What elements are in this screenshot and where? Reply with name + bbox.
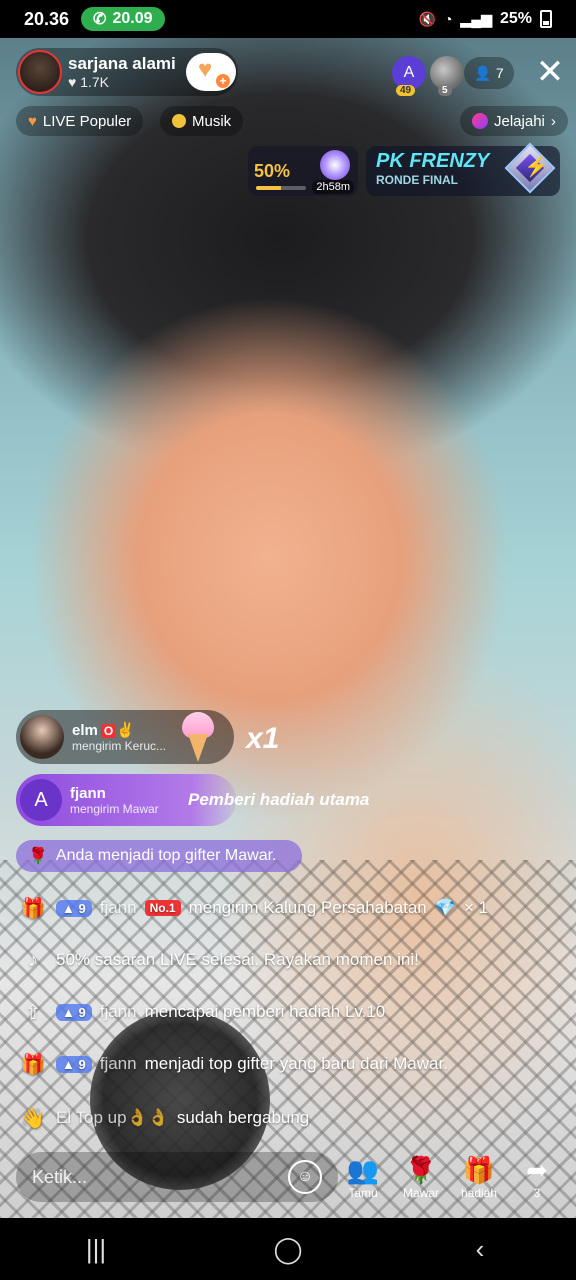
chat-username[interactable]: El Top up👌👌 xyxy=(56,1108,169,1128)
pk-diamond-icon: ⚡ xyxy=(504,142,556,194)
tiktok-icon: ♪ xyxy=(28,948,38,971)
ongoing-call-pill[interactable]: ✆ 20.09 xyxy=(81,7,165,31)
chat-suffix: × 1 xyxy=(463,898,489,917)
chat-username[interactable]: fjann xyxy=(100,1002,137,1022)
rose-icon: 🌹 xyxy=(404,1155,438,1185)
level-up-icon: ⇧ xyxy=(24,1001,42,1024)
back-button[interactable]: ‹ xyxy=(450,1229,510,1269)
wave-icon: 👋 xyxy=(20,1107,46,1130)
chat-username[interactable]: fjann xyxy=(100,1054,137,1074)
live-goal-card[interactable]: 50% 2h58m xyxy=(248,146,358,196)
gift-box-icon: 🎁 xyxy=(20,897,46,920)
pk-frenzy-card[interactable]: PK FRENZY RONDE FINAL ⚡ xyxy=(366,142,560,196)
chat-message[interactable]: 🎁 ▲ 9 fjann No.1 mengirim Kalung Persaha… xyxy=(18,890,558,926)
chat-text: sudah bergabung xyxy=(176,1108,310,1127)
follow-button[interactable]: ♥ + xyxy=(186,53,236,91)
plus-icon: + xyxy=(216,74,230,88)
level-badge: ▲ 9 xyxy=(56,1055,92,1073)
signal-icon: ▂▄▆ xyxy=(460,10,492,27)
chat-username[interactable]: fjann xyxy=(100,898,137,918)
wifi-icon: ◔ xyxy=(444,11,453,27)
gift-description: mengirim Mawar xyxy=(70,801,159,816)
gifter-name: elm O ✌ xyxy=(72,722,135,739)
mute-icon: 🔇 xyxy=(418,10,437,27)
explore-icon xyxy=(472,113,488,129)
goal-time-remaining: 2h58m xyxy=(312,180,354,194)
viewer-rank-2: 5 xyxy=(438,85,452,96)
heart-follow-icon: ♥ xyxy=(198,56,213,83)
viewer-rank-1: 49 xyxy=(396,85,416,96)
explore-chip[interactable]: Jelajahi › xyxy=(460,106,568,136)
gifter-name: fjann xyxy=(70,784,106,802)
rose-icon: 🌹 xyxy=(28,848,48,865)
chat-text: mencapai pemberi hadiah Lv.10 xyxy=(144,1002,386,1021)
heart-icon: ♥ xyxy=(68,74,81,90)
guests-button[interactable]: 👥 Tamu xyxy=(338,1154,388,1204)
host-likes: ♥ 1.7K xyxy=(68,74,110,90)
top-viewer-avatar-1[interactable]: A 49 xyxy=(392,56,426,96)
chat-text: mengirim Kalung Persahabatan xyxy=(188,898,427,917)
rose-button[interactable]: 🌹 Mawar xyxy=(396,1154,446,1204)
goal-orb-icon xyxy=(320,150,350,180)
share-button[interactable]: ➦ 3 xyxy=(512,1154,562,1204)
music-chip[interactable]: Musik xyxy=(160,106,244,136)
goal-progress-bar xyxy=(256,186,306,190)
status-icons: 🔇 ◔ ▂▄▆ 25% xyxy=(419,10,552,28)
gift-item-icon: 💎 xyxy=(434,898,456,917)
badge-icon: O xyxy=(100,724,117,738)
person-icon: 👤 xyxy=(474,64,492,81)
gift-box-icon: 🎁 xyxy=(20,1053,46,1076)
phone-icon: ✆ xyxy=(93,11,107,28)
home-button[interactable]: ◯ xyxy=(258,1229,318,1269)
rank-badge: No.1 xyxy=(144,900,181,916)
gift-button[interactable]: 🎁 hadiah xyxy=(454,1154,504,1204)
chat-text: 50% sasaran LIVE selesai. Rayakan momen … xyxy=(56,950,419,969)
share-arrow-icon: ➦ xyxy=(526,1155,548,1185)
battery-percent: 25% xyxy=(499,10,532,27)
call-timer: 20.09 xyxy=(112,10,153,27)
chat-message[interactable]: 👋 El Top up👌👌 sudah bergabung xyxy=(18,1100,558,1136)
status-bar: 20.36 ✆ 20.09 🔇 ◔ ▂▄▆ 25% xyxy=(0,0,576,38)
host-name: sarjana alami xyxy=(68,54,176,73)
level-badge: ▲ 9 xyxy=(56,899,92,917)
chat-message[interactable]: ⇧ ▲ 9 fjann mencapai pemberi hadiah Lv.1… xyxy=(18,994,558,1030)
system-nav-bar: ||| ◯ ‹ xyxy=(0,1218,576,1280)
gift-icon: 🎁 xyxy=(462,1155,496,1185)
heart-icon: ♥ xyxy=(28,112,37,130)
top-gifter-label: Pemberi hadiah utama xyxy=(188,790,370,809)
hand-icon: ✌ xyxy=(116,722,135,739)
status-time: 20.36 xyxy=(24,8,70,29)
comment-placeholder: Ketik... xyxy=(32,1166,88,1187)
top-viewer-avatar-2[interactable]: 5 xyxy=(430,56,464,96)
gifter-avatar[interactable]: A xyxy=(20,779,62,821)
gifter-avatar[interactable] xyxy=(20,715,64,759)
viewer-count-button[interactable]: 👤 7 xyxy=(464,57,514,89)
recents-button[interactable]: ||| xyxy=(66,1229,126,1269)
host-avatar[interactable] xyxy=(18,50,62,94)
ice-cream-gift-icon xyxy=(180,712,216,764)
goal-percent: 50% xyxy=(254,160,291,181)
chat-text: menjadi top gifter yang baru dari Mawar. xyxy=(144,1054,448,1073)
chat-message[interactable]: 🎁 ▲ 9 fjann menjadi top gifter yang baru… xyxy=(18,1046,558,1082)
emoji-icon[interactable]: ☺ xyxy=(288,1160,322,1194)
chat-message[interactable]: ♪ 50% sasaran LIVE selesai. Rayakan mome… xyxy=(18,942,558,978)
goal-progress-fill xyxy=(256,186,281,190)
host-profile-pill[interactable]: sarjana alami ♥ 1.7K ♥ + xyxy=(16,48,238,96)
close-button[interactable]: ✕ xyxy=(530,52,570,92)
top-gifter-notice: 🌹 Anda menjadi top gifter Mawar. xyxy=(16,840,302,872)
music-icon xyxy=(172,114,186,128)
gift-count: x1 xyxy=(246,722,280,755)
level-badge: ▲ 9 xyxy=(56,1003,92,1021)
guests-icon: 👥 xyxy=(346,1155,380,1185)
gift-description: mengirim Keruc... xyxy=(72,739,167,753)
chevron-right-icon: › xyxy=(550,112,556,130)
battery-icon xyxy=(540,10,552,28)
live-popular-chip[interactable]: ♥ LIVE Populer xyxy=(16,106,144,136)
